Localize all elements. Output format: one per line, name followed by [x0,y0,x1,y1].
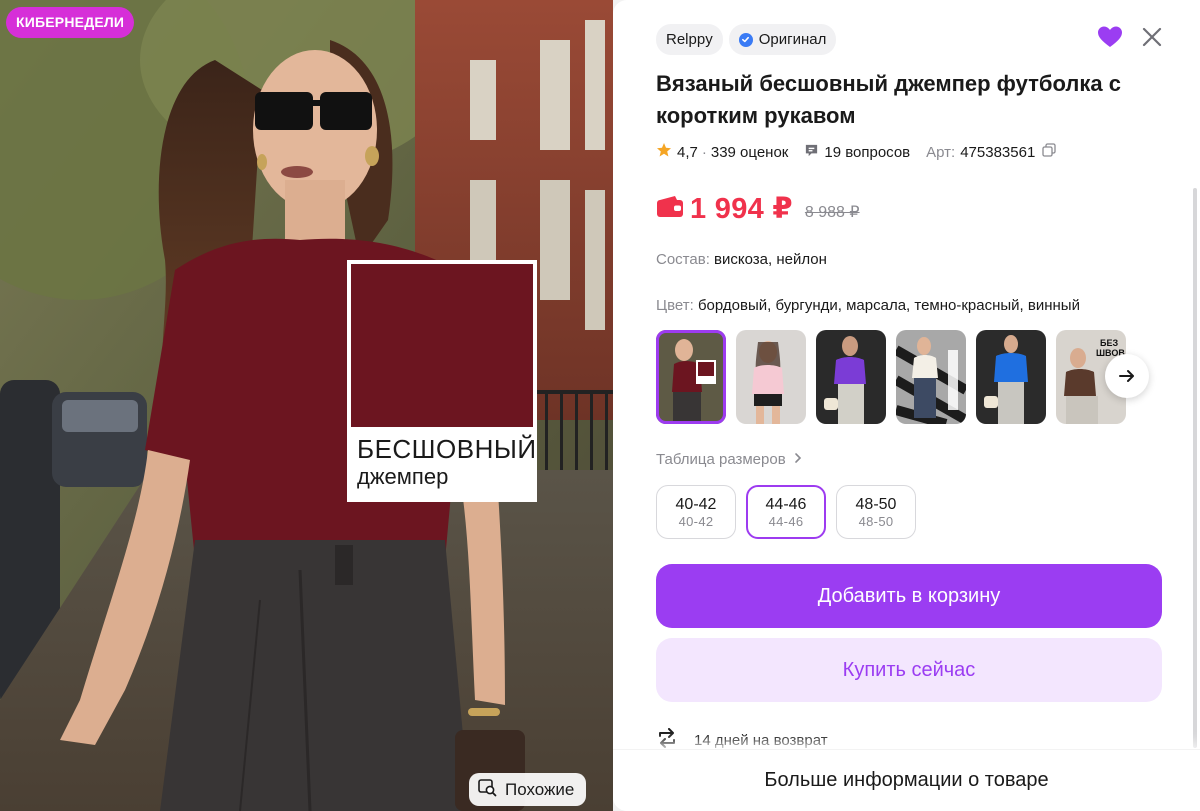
arrow-right-icon [1119,370,1134,382]
size-sublabel: 40-42 [678,513,714,529]
copy-icon[interactable] [1042,143,1056,161]
article-number: 475383561 [960,143,1036,161]
product-info-panel: Relppy Оригинал Вязаный бесшовный джемпе… [613,0,1200,811]
heart-icon [1098,26,1122,47]
size-option-48-50[interactable]: 48-50 48-50 [836,485,916,539]
color-label: Цвет: [656,297,694,314]
add-to-cart-button[interactable]: Добавить в корзину [656,564,1162,628]
original-chip[interactable]: Оригинал [728,24,837,55]
size-sublabel: 44-46 [768,513,804,529]
brand-name: Relppy [666,31,713,48]
label-subtitle: джемпер [357,464,449,489]
color-swatch [351,264,533,427]
composition: Состав: вискоза, нейлон [656,251,827,268]
size-label: 48-50 [855,495,897,513]
size-table-link[interactable]: Таблица размеров [656,451,802,468]
wallet-icon [656,194,684,223]
chat-bubble-icon [804,143,819,162]
size-option-40-42[interactable]: 40-42 40-42 [656,485,736,539]
composition-label: Состав: [656,251,710,268]
more-info-button[interactable]: Больше информации о товаре [613,749,1200,811]
similar-button[interactable]: Похожие [469,773,587,806]
original-label: Оригинал [758,31,827,48]
size-options: 40-42 40-42 44-46 44-46 48-50 48-50 [656,485,916,539]
product-title: Вязаный бесшовный джемпер футболка с кор… [656,71,1121,128]
promo-badge: КИБЕРНЕДЕЛИ [6,7,135,38]
variants-next-button[interactable] [1105,354,1149,398]
close-button[interactable] [1141,26,1163,53]
verified-check-icon [738,32,753,47]
product-label-card: БЕСШОВНЫЙ джемпер [347,260,537,502]
reviews-link[interactable]: 339 оценок [711,144,789,161]
rating-value: 4,7 [677,143,698,161]
scrollbar[interactable] [1193,188,1197,748]
variant-thumb-burgundy[interactable] [656,330,726,424]
image-search-icon [477,777,497,802]
variant-thumb-blue[interactable] [976,330,1046,424]
favorite-button[interactable] [1097,25,1123,54]
product-meta: 4,7 · 339 оценок 19 вопросов Арт: 475383… [656,142,1056,162]
buy-now-button[interactable]: Купить сейчас [656,638,1162,702]
color-variants: БЕЗ ШВОВ [656,330,1128,424]
size-label: 40-42 [675,495,717,513]
color-value: бордовый, бургунди, марсала, темно-красн… [697,297,1080,314]
brand-chips: Relppy Оригинал [656,24,837,55]
size-sublabel: 48-50 [858,513,894,529]
questions-link[interactable]: 19 вопросов [824,144,910,161]
old-price: 8 988 ₽ [804,203,860,221]
label-title: БЕСШОВНЫЙ [357,434,537,464]
variant-thumb-white[interactable] [896,330,966,424]
star-icon [656,142,672,162]
variant-thumb-purple[interactable] [816,330,886,424]
returns-text: 14 дней на возврат [694,731,828,749]
variant-thumb-pink[interactable] [736,330,806,424]
size-label: 44-46 [765,495,807,513]
rating-separator: · [701,143,707,161]
product-main-photo[interactable]: КИБЕРНЕДЕЛИ БЕСШОВНЫЙ джемпер Похожие [0,0,613,811]
price-row: 1 994 ₽ 8 988 ₽ [656,191,860,226]
current-price: 1 994 ₽ [690,193,793,225]
chevron-right-icon [794,451,802,468]
color-info: Цвет: бордовый, бургунди, марсала, темно… [656,297,1080,314]
composition-value: вискоза, нейлон [714,251,827,268]
size-table-label: Таблица размеров [656,451,786,468]
similar-label: Похожие [505,779,575,799]
brand-chip[interactable]: Relppy [656,24,723,55]
close-icon [1142,27,1162,47]
article-label: Арт: [926,143,956,161]
size-option-44-46[interactable]: 44-46 44-46 [746,485,826,539]
